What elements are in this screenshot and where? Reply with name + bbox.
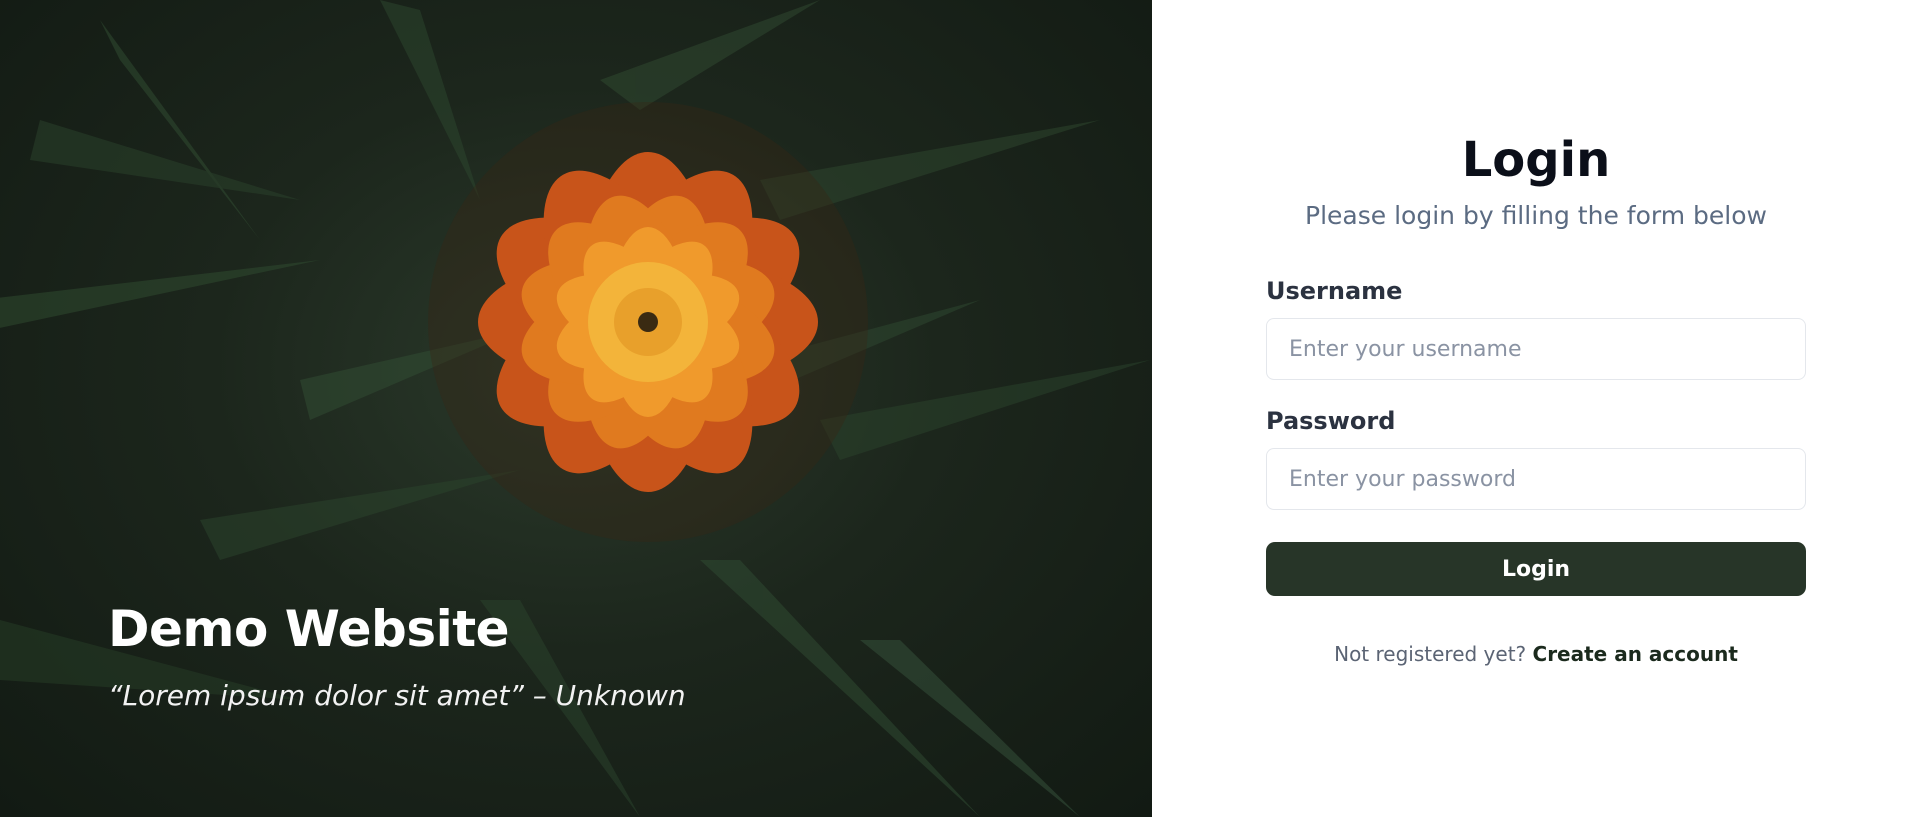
register-prompt-text: Not registered yet? <box>1334 642 1533 666</box>
hero-panel: Demo Website “Lorem ipsum dolor sit amet… <box>0 0 1152 817</box>
site-title: Demo Website <box>108 600 510 658</box>
form-title: Login <box>1461 132 1611 188</box>
password-input[interactable] <box>1266 448 1806 510</box>
password-label: Password <box>1266 407 1396 435</box>
login-form: Login Please login by filling the form b… <box>1266 128 1806 666</box>
login-button[interactable]: Login <box>1266 542 1806 596</box>
login-panel: Login Please login by filling the form b… <box>1152 0 1919 817</box>
hero-quote: “Lorem ipsum dolor sit amet” – Unknown <box>108 679 686 712</box>
username-label: Username <box>1266 277 1403 305</box>
username-input[interactable] <box>1266 318 1806 380</box>
hero-text: Demo Website “Lorem ipsum dolor sit amet… <box>108 596 686 714</box>
register-prompt: Not registered yet? Create an account <box>1266 642 1806 666</box>
form-subtitle: Please login by filling the form below <box>1305 201 1767 230</box>
create-account-link[interactable]: Create an account <box>1533 642 1738 666</box>
